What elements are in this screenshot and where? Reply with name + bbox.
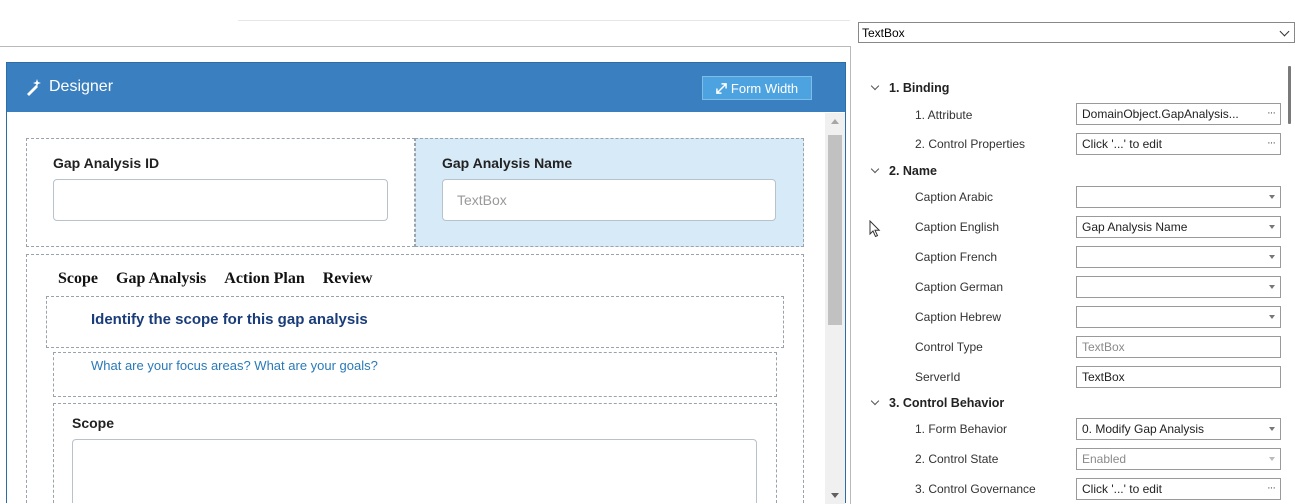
dropdown-arrow-icon[interactable] bbox=[1269, 315, 1275, 319]
dropdown-arrow-icon[interactable] bbox=[1269, 255, 1275, 259]
collapse-chevron-icon[interactable] bbox=[870, 81, 880, 91]
form-width-label: Form Width bbox=[730, 80, 799, 96]
scroll-up-arrow-icon[interactable] bbox=[831, 119, 839, 124]
tab-action-plan[interactable]: Action Plan bbox=[224, 270, 304, 288]
chevron-down-icon[interactable] bbox=[1279, 26, 1290, 37]
prop-name-form-behavior: 1. Form Behavior bbox=[915, 422, 1008, 436]
tab-scope[interactable]: Scope bbox=[58, 270, 98, 288]
gap-analysis-name-input[interactable]: TextBox bbox=[442, 179, 776, 221]
designer-wand-icon bbox=[27, 79, 41, 96]
resize-arrows-icon bbox=[716, 82, 727, 94]
designer-title: Designer bbox=[25, 78, 113, 96]
dropdown-arrow-icon[interactable] bbox=[1269, 195, 1275, 199]
scope-textarea[interactable] bbox=[72, 439, 757, 503]
form-width-button[interactable]: Form Width bbox=[702, 76, 812, 100]
dropdown-arrow-icon[interactable] bbox=[1269, 285, 1275, 289]
prop-value-caption-french[interactable] bbox=[1076, 246, 1281, 268]
property-grid-scrollbar[interactable] bbox=[1286, 62, 1295, 503]
prop-value-attribute[interactable]: DomainObject.GapAnalysis... ··· bbox=[1076, 103, 1281, 125]
prop-name-attribute: 1. Attribute bbox=[915, 108, 973, 122]
prop-value-control-governance-text: Click '...' to edit bbox=[1082, 482, 1162, 496]
prop-name-control-type: Control Type bbox=[915, 340, 983, 354]
prop-name-control-governance: 3. Control Governance bbox=[915, 482, 1036, 496]
designer-scrollbar[interactable] bbox=[825, 113, 845, 504]
prop-value-server-id[interactable]: TextBox bbox=[1076, 366, 1281, 388]
top-divider bbox=[238, 20, 850, 21]
tab-gap-analysis[interactable]: Gap Analysis bbox=[116, 270, 206, 288]
category-name[interactable]: 2. Name bbox=[870, 164, 937, 178]
mouse-pointer-icon bbox=[869, 220, 881, 238]
prop-value-control-properties[interactable]: Click '...' to edit ··· bbox=[1076, 133, 1281, 155]
gap-analysis-id-input[interactable] bbox=[53, 179, 388, 221]
scroll-down-arrow-icon[interactable] bbox=[831, 493, 839, 498]
prop-value-form-behavior[interactable]: 0. Modify Gap Analysis bbox=[1076, 418, 1281, 440]
scope-heading: Identify the scope for this gap analysis bbox=[91, 311, 368, 328]
prop-value-caption-arabic[interactable] bbox=[1076, 186, 1281, 208]
prop-value-form-behavior-text: 0. Modify Gap Analysis bbox=[1082, 422, 1205, 436]
prop-name-caption-hebrew: Caption Hebrew bbox=[915, 310, 1002, 324]
collapse-chevron-icon[interactable] bbox=[870, 164, 880, 174]
prop-value-control-governance[interactable]: Click '...' to edit ··· bbox=[1076, 478, 1281, 500]
prop-name-control-state: 2. Control State bbox=[915, 452, 999, 466]
prop-name-caption-french: Caption French bbox=[915, 250, 998, 264]
prop-name-server-id: ServerId bbox=[915, 370, 961, 384]
dropdown-arrow-icon[interactable] bbox=[1269, 225, 1275, 229]
collapse-chevron-icon[interactable] bbox=[870, 396, 880, 406]
gap-analysis-id-label: Gap Analysis ID bbox=[53, 155, 160, 171]
prop-value-control-state: Enabled bbox=[1076, 448, 1281, 470]
gap-analysis-name-label: Gap Analysis Name bbox=[442, 155, 573, 171]
ellipsis-icon[interactable]: ··· bbox=[1267, 137, 1276, 149]
prop-value-control-properties-text: Click '...' to edit bbox=[1082, 137, 1162, 151]
designer-header: Designer Form Width bbox=[7, 63, 845, 112]
dropdown-arrow-icon bbox=[1269, 457, 1275, 461]
scope-label: Scope bbox=[72, 415, 115, 431]
prop-value-attribute-text: DomainObject.GapAnalysis... bbox=[1082, 107, 1239, 121]
designer-title-text: Designer bbox=[49, 78, 114, 95]
category-control-behavior[interactable]: 3. Control Behavior bbox=[870, 396, 1005, 410]
prop-name-control-properties: 2. Control Properties bbox=[915, 137, 1026, 151]
scrollbar-thumb[interactable] bbox=[828, 135, 842, 325]
prop-value-caption-english-text: Gap Analysis Name bbox=[1082, 220, 1188, 234]
property-grid-scroll-thumb[interactable] bbox=[1288, 66, 1291, 124]
scope-info-text: What are your focus areas? What are your… bbox=[91, 358, 378, 373]
prop-value-caption-english[interactable]: Gap Analysis Name bbox=[1076, 216, 1281, 238]
prop-value-control-type: TextBox bbox=[1076, 336, 1281, 358]
category-control-behavior-label: 3. Control Behavior bbox=[889, 396, 1005, 410]
prop-name-caption-german: Caption German bbox=[915, 280, 1004, 294]
category-binding[interactable]: 1. Binding bbox=[870, 81, 950, 95]
tab-review[interactable]: Review bbox=[323, 270, 373, 288]
prop-name-caption-english: Caption English bbox=[915, 220, 1000, 234]
category-name-label: 2. Name bbox=[889, 164, 937, 178]
ellipsis-icon[interactable]: ··· bbox=[1267, 107, 1276, 119]
control-type-selector-value: TextBox bbox=[862, 25, 905, 40]
prop-name-caption-arabic: Caption Arabic bbox=[915, 190, 994, 204]
control-type-selector[interactable]: TextBox bbox=[858, 22, 1295, 43]
category-binding-label: 1. Binding bbox=[889, 81, 950, 95]
prop-value-caption-hebrew[interactable] bbox=[1076, 306, 1281, 328]
ellipsis-icon[interactable]: ··· bbox=[1267, 482, 1276, 494]
prop-value-caption-german[interactable] bbox=[1076, 276, 1281, 298]
prop-value-control-state-text: Enabled bbox=[1082, 452, 1127, 466]
tab-strip: Scope Gap Analysis Action Plan Review bbox=[58, 270, 372, 288]
dropdown-arrow-icon[interactable] bbox=[1269, 427, 1275, 431]
